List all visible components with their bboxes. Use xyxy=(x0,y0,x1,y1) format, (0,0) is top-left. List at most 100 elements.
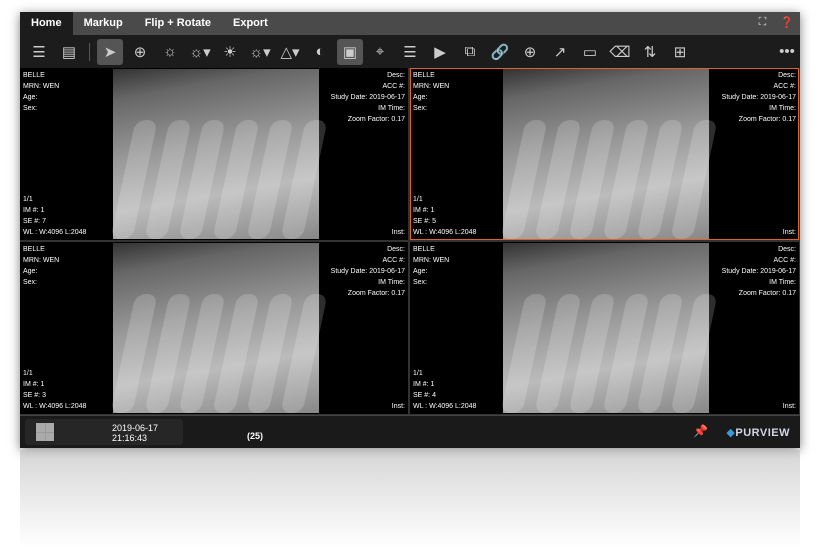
overlay-imtime: IM Time: xyxy=(378,279,405,286)
overlay-se: SE #: 5 xyxy=(413,218,436,225)
overlay-br: Inst: xyxy=(392,227,405,238)
overlay-wl: WL : W:4096 L:2048 xyxy=(413,403,477,410)
toolbar-divider xyxy=(89,42,90,61)
overlay-im: IM #: 1 xyxy=(413,381,435,388)
list-icon[interactable]: ☰ xyxy=(26,39,52,65)
layout-icon[interactable] xyxy=(35,422,55,442)
overlay-inst: Inst: xyxy=(391,403,405,410)
overlay-se: SE #: 4 xyxy=(413,392,436,399)
overlay-frame: 1/1 xyxy=(413,370,423,377)
overlay-name: BELLE xyxy=(23,246,45,253)
overlay-mrn: MRN: WEN xyxy=(413,257,450,264)
study-timestamp: 2019-06-17 21:16:43 xyxy=(112,423,159,443)
overlay-desc: Desc: xyxy=(778,246,796,253)
layout-icon[interactable]: ⊞ xyxy=(667,39,693,65)
overlay-age: Age: xyxy=(23,268,38,275)
overlay-zoom: Zoom Factor: 0.17 xyxy=(738,290,796,297)
overlay-desc: Desc: xyxy=(778,72,796,79)
overlay-tl: BELLE MRN: WEN Age: Sex: xyxy=(23,70,59,114)
series-icon[interactable]: ⧉ xyxy=(457,39,483,65)
footer: 2019-06-17 21:16:43 (25) 📌 ◆PURVIEW xyxy=(20,415,800,448)
overlay-zoom: Zoom Factor: 0.17 xyxy=(738,116,796,123)
overlay-zoom: Zoom Factor: 0.17 xyxy=(347,290,405,297)
overlay-date: Study Date: 2019-06-17 xyxy=(330,268,405,275)
viewport[interactable]: BELLE MRN: WEN Age: Sex: Desc: ACC #: Study Da… xyxy=(20,68,408,240)
overlay-imtime: IM Time: xyxy=(769,279,796,286)
overlay-acc: ACC #: xyxy=(382,83,405,90)
play-icon[interactable]: ▶ xyxy=(427,39,453,65)
overlay-se: SE #: 3 xyxy=(23,392,46,399)
swap-icon[interactable]: ⇅ xyxy=(637,39,663,65)
magnify-region-icon[interactable]: ⊕ xyxy=(127,39,153,65)
help-icon[interactable]: ❓ xyxy=(780,16,794,29)
overlay-inst: Inst: xyxy=(391,229,405,236)
overlay-imtime: IM Time: xyxy=(378,105,405,112)
overlay-tl: BELLE MRN: WEN Age: Sex: xyxy=(413,244,449,288)
overlay-tr: Desc: ACC #: Study Date: 2019-06-17 IM Time… xyxy=(722,244,796,299)
zoom-icon[interactable]: ⊕ xyxy=(517,39,543,65)
overlay-inst: Inst: xyxy=(782,229,796,236)
viewport[interactable]: BELLE MRN: WEN Age: Sex: Desc: ACC #: Study Da… xyxy=(410,68,799,240)
invert-icon[interactable]: ◐ xyxy=(307,39,333,65)
overlay-bl: 1/1 IM #: 1 SE #: 7 WL : W:4096 L:2048 xyxy=(23,194,86,238)
overlay-sex: Sex: xyxy=(23,105,38,112)
pin-icon[interactable]: 📌 xyxy=(693,424,708,438)
overlay-desc: Desc: xyxy=(387,72,405,79)
brand-label: PURVIEW xyxy=(735,427,790,439)
tab-export[interactable]: Export xyxy=(222,12,279,35)
xray-image xyxy=(110,69,328,239)
overlay-age: Age: xyxy=(23,94,38,101)
brightness-icon[interactable]: ☼ xyxy=(157,39,183,65)
tab-markup[interactable]: Markup xyxy=(73,12,134,35)
overlay-wl: WL : W:4096 L:2048 xyxy=(413,229,477,236)
overlay-mrn: MRN: WEN xyxy=(413,83,450,90)
overlay-wl: WL : W:4096 L:2048 xyxy=(23,403,87,410)
crosshair-icon[interactable]: ⌖ xyxy=(367,39,393,65)
overlay-sex: Sex: xyxy=(413,279,428,286)
reflection xyxy=(20,450,800,548)
overlay-name: BELLE xyxy=(23,72,45,79)
purview-logo: ◆PURVIEW xyxy=(726,427,790,439)
overlay-acc: ACC #: xyxy=(773,257,796,264)
overlay-frame: 1/1 xyxy=(23,370,33,377)
study-thumbnail[interactable]: 2019-06-17 21:16:43 (25) xyxy=(25,419,263,445)
document-icon[interactable]: ▤ xyxy=(56,39,82,65)
auto-brightness-icon[interactable]: ☀ xyxy=(217,39,243,65)
triangle-dropdown-icon[interactable]: △▾ xyxy=(277,39,303,65)
eraser-icon[interactable]: ⌫ xyxy=(607,39,633,65)
ruler-icon[interactable]: ▭ xyxy=(577,39,603,65)
overlay-inst: Inst: xyxy=(782,403,796,410)
overlay-im: IM #: 1 xyxy=(23,381,45,388)
brightness-disabled-icon[interactable]: ☼▾ xyxy=(247,39,273,65)
overlay-tr: Desc: ACC #: Study Date: 2019-06-17 IM Time… xyxy=(331,244,405,299)
pointer-icon[interactable]: ➤ xyxy=(97,38,123,65)
overlay-imtime: IM Time: xyxy=(769,105,796,112)
overlay-br: Inst: xyxy=(783,401,796,412)
viewport[interactable]: BELLE MRN: WEN Age: Sex: Desc: ACC #: Study Da… xyxy=(410,242,799,414)
overlay-tr: Desc: ACC #: Study Date: 2019-06-17 IM Time… xyxy=(722,70,796,125)
viewport-grid: BELLE MRN: WEN Age: Sex: Desc: ACC #: Study Da… xyxy=(20,68,800,415)
tab-home[interactable]: Home xyxy=(20,12,73,35)
xray-image xyxy=(110,243,328,413)
more-icon[interactable]: ••• xyxy=(774,39,800,65)
stack-icon[interactable]: ☰ xyxy=(397,39,423,65)
viewport[interactable]: BELLE MRN: WEN Age: Sex: Desc: ACC #: Study Da… xyxy=(20,242,408,414)
brightness-dropdown-icon[interactable]: ☼▾ xyxy=(187,39,213,65)
fullscreen-icon[interactable]: ⛶ xyxy=(759,16,767,29)
link-icon[interactable]: 🔗 xyxy=(487,39,513,65)
overlay-im: IM #: 1 xyxy=(23,207,45,214)
overlay-tr: Desc: ACC #: Study Date: 2019-06-17 IM Time… xyxy=(331,70,405,125)
roi-icon[interactable]: ▣ xyxy=(337,38,363,65)
overlay-name: BELLE xyxy=(413,246,435,253)
overlay-mrn: MRN: WEN xyxy=(23,83,60,90)
overlay-bl: 1/1 IM #: 1 SE #: 3 WL : W:4096 L:2048 xyxy=(23,368,86,412)
arrow-icon[interactable]: ↗ xyxy=(547,39,573,65)
tab-flip-rotate[interactable]: Flip + Rotate xyxy=(134,12,222,35)
overlay-bl: 1/1 IM #: 1 SE #: 5 WL : W:4096 L:2048 xyxy=(413,194,476,238)
overlay-desc: Desc: xyxy=(387,246,405,253)
toolbar: ☰ ▤ ➤ ⊕ ☼ ☼▾ ☀ ☼▾ △▾ ◐ ▣ ⌖ ☰ ▶ ⧉ 🔗 ⊕ ↗ ▭ ⌫ ⇅ ⊞ ••• xyxy=(20,35,800,68)
overlay-date: Study Date: 2019-06-17 xyxy=(721,268,796,275)
xray-image xyxy=(500,69,718,239)
xray-image xyxy=(500,243,718,413)
tab-bar: Home Markup Flip + Rotate Export ⛶ ❓ xyxy=(20,12,800,35)
